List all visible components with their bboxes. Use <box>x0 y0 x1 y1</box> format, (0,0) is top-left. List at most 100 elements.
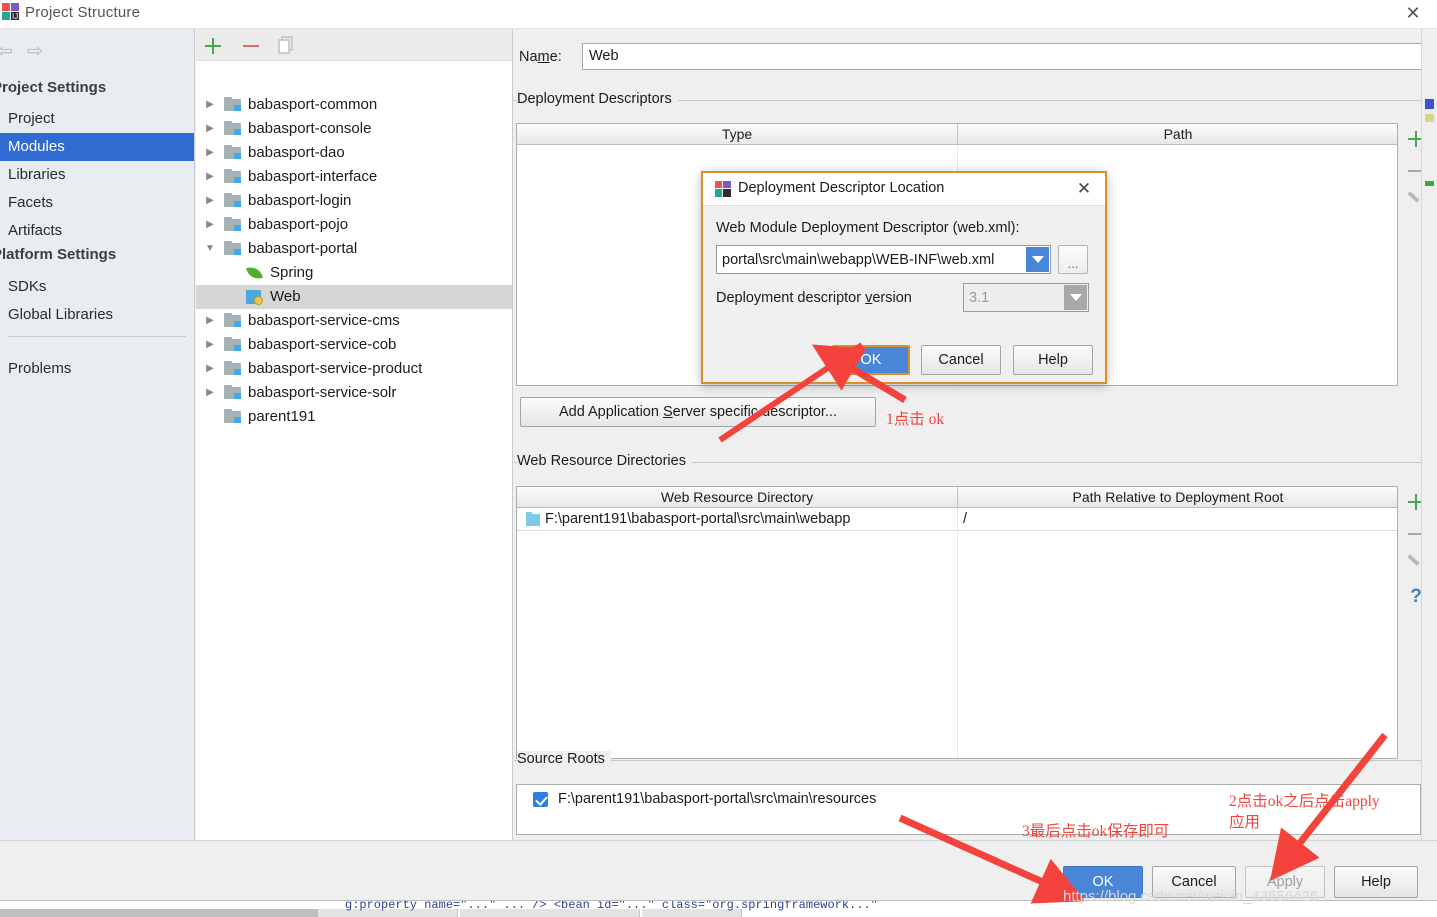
chevron-right-icon[interactable]: ▶ <box>202 93 218 117</box>
web-resource-directories-table[interactable]: Web Resource Directory Path Relative to … <box>516 486 1398 759</box>
sidebar-item-label: Global Libraries <box>8 306 114 323</box>
descriptor-version-value: 3.1 <box>969 289 990 306</box>
intellij-idea-icon: IJ <box>2 3 19 21</box>
tree-row-label: babasport-pojo <box>248 216 349 233</box>
tree-row-label: babasport-service-cms <box>248 312 400 329</box>
help-icon[interactable]: ? <box>1406 586 1421 608</box>
source-roots-section-label: Source Roots <box>517 751 611 767</box>
tree-row[interactable]: ▶ babasport-console <box>196 117 512 141</box>
column-header-type[interactable]: Type <box>517 124 957 144</box>
tree-row[interactable]: ▶ babasport-dao <box>196 141 512 165</box>
browse-button[interactable]: ... <box>1058 245 1088 274</box>
sidebar-item-label: Facets <box>8 194 54 211</box>
add-web-resource-button[interactable] <box>1405 491 1421 513</box>
right-scroll-strip[interactable] <box>1421 29 1437 840</box>
add-descriptor-button[interactable] <box>1405 128 1421 150</box>
row-divider <box>517 530 1397 531</box>
close-icon[interactable]: ✕ <box>1403 4 1423 24</box>
edit-web-resource-button[interactable] <box>1404 555 1421 575</box>
tree-row[interactable]: ▶ babasport-login <box>196 189 512 213</box>
dialog-cancel-button[interactable]: Cancel <box>921 345 1001 375</box>
chevron-right-icon[interactable]: ▶ <box>202 213 218 237</box>
arrow-right-icon[interactable]: ⇨ <box>22 39 48 65</box>
arrow-left-icon[interactable]: ⇦ <box>0 39 18 65</box>
tree-row-label: parent191 <box>248 408 316 425</box>
add-app-server-descriptor-button[interactable]: Add Application Server specific descript… <box>520 397 876 427</box>
intellij-idea-icon <box>715 181 731 197</box>
chevron-down-icon[interactable] <box>1026 247 1049 272</box>
dialog-title: Deployment Descriptor Location <box>738 180 945 196</box>
descriptor-version-combo[interactable]: 3.1 <box>963 283 1089 312</box>
settings-sidebar: ⇦ ⇨ Project Settings Project Modules Lib… <box>0 29 195 840</box>
descriptor-path-value: portal\src\main\webapp\WEB-INF\web.xml <box>722 251 995 268</box>
sidebar-item-facets[interactable]: Facets <box>0 189 194 217</box>
chevron-down-icon[interactable] <box>1064 285 1087 310</box>
chevron-right-icon[interactable]: ▶ <box>202 381 218 405</box>
tree-row[interactable]: ▶ babasport-service-cob <box>196 333 512 357</box>
remove-web-resource-button[interactable] <box>1405 523 1421 545</box>
table-row[interactable]: F:\parent191\babasport-portal\src\main\w… <box>517 509 1397 530</box>
dialog-titlebar: Deployment Descriptor Location ✕ <box>703 173 1105 206</box>
path-relative-value: / <box>963 511 968 527</box>
tree-row[interactable]: parent191 <box>196 405 512 429</box>
chevron-right-icon[interactable]: ▶ <box>202 117 218 141</box>
tree-row-label: babasport-interface <box>248 168 378 185</box>
column-header-web-resource-directory[interactable]: Web Resource Directory <box>517 487 957 507</box>
chevron-right-icon[interactable]: ▶ <box>202 141 218 165</box>
tree-row[interactable]: ▶ babasport-service-solr <box>196 381 512 405</box>
tree-row[interactable]: ▼ babasport-portal <box>196 237 512 261</box>
column-header-path[interactable]: Path <box>958 124 1397 144</box>
name-input[interactable]: Web <box>582 43 1421 70</box>
dialog-help-button[interactable]: Help <box>1013 345 1093 375</box>
sidebar-item-problems[interactable]: Problems <box>0 355 194 383</box>
tree-row[interactable]: ▶ babasport-common <box>196 93 512 117</box>
web-resource-directories-rail: ? <box>1400 486 1421 759</box>
source-root-checkbox[interactable] <box>533 792 548 807</box>
tree-row-label: babasport-dao <box>248 144 345 161</box>
table-row[interactable]: F:\parent191\babasport-portal\src\main\r… <box>517 789 1417 810</box>
remove-descriptor-button[interactable] <box>1405 160 1421 182</box>
sidebar-item-project[interactable]: Project <box>0 105 194 133</box>
dialog-ok-label: OK <box>860 352 882 368</box>
tree-row-label: babasport-portal <box>248 240 358 257</box>
tree-row[interactable]: ▶ babasport-service-product <box>196 357 512 381</box>
chevron-right-icon[interactable]: ▶ <box>202 333 218 357</box>
tree-row-label: babasport-console <box>248 120 372 137</box>
tree-row[interactable]: Spring <box>196 261 512 285</box>
sidebar-item-artifacts[interactable]: Artifacts <box>0 217 194 245</box>
chevron-right-icon[interactable]: ▶ <box>202 189 218 213</box>
edit-descriptor-button[interactable] <box>1404 192 1421 212</box>
chevron-right-icon[interactable]: ▶ <box>202 357 218 381</box>
sidebar-item-global-libraries[interactable]: Global Libraries <box>0 301 194 329</box>
source-roots-table[interactable]: F:\parent191\babasport-portal\src\main\r… <box>516 784 1421 835</box>
tree-row-label: Web <box>270 288 301 305</box>
tree-row[interactable]: ▶ babasport-pojo <box>196 213 512 237</box>
tree-row-web-facet[interactable]: Web <box>196 285 512 309</box>
window-titlebar: IJ Project Structure ✕ <box>0 0 1437 29</box>
dialog-ok-button[interactable]: OK <box>832 345 910 375</box>
scroll-marker <box>1425 99 1434 109</box>
chevron-right-icon[interactable]: ▶ <box>202 165 218 189</box>
sliver-tabbar <box>0 909 320 917</box>
tree-row[interactable]: ▶ babasport-service-cms <box>196 309 512 333</box>
sidebar-item-modules[interactable]: Modules <box>0 133 194 161</box>
column-header-path-relative[interactable]: Path Relative to Deployment Root <box>958 487 1397 507</box>
dialog-close-icon[interactable]: ✕ <box>1073 178 1095 200</box>
sidebar-item-sdks[interactable]: SDKs <box>0 273 194 301</box>
sidebar-divider <box>8 336 186 337</box>
sidebar-item-label: SDKs <box>8 278 47 295</box>
name-label: Name: <box>519 49 562 65</box>
chevron-down-icon[interactable]: ▼ <box>202 237 218 261</box>
add-module-button[interactable] <box>201 34 225 58</box>
chevron-right-icon[interactable]: ▶ <box>202 309 218 333</box>
sidebar-item-libraries[interactable]: Libraries <box>0 161 194 189</box>
copy-module-button[interactable] <box>275 34 299 58</box>
table-header: Web Resource Directory Path Relative to … <box>517 487 1397 508</box>
descriptor-version-label: Deployment descriptor version <box>716 290 912 306</box>
remove-module-button[interactable] <box>239 34 263 58</box>
descriptor-path-combo[interactable]: portal\src\main\webapp\WEB-INF\web.xml <box>716 245 1051 274</box>
tree-row[interactable]: ▶ babasport-interface <box>196 165 512 189</box>
sidebar-item-label: Artifacts <box>8 222 63 239</box>
help-button[interactable]: Help <box>1334 866 1418 898</box>
sidebar-group-platform-settings: Platform Settings <box>0 246 117 263</box>
